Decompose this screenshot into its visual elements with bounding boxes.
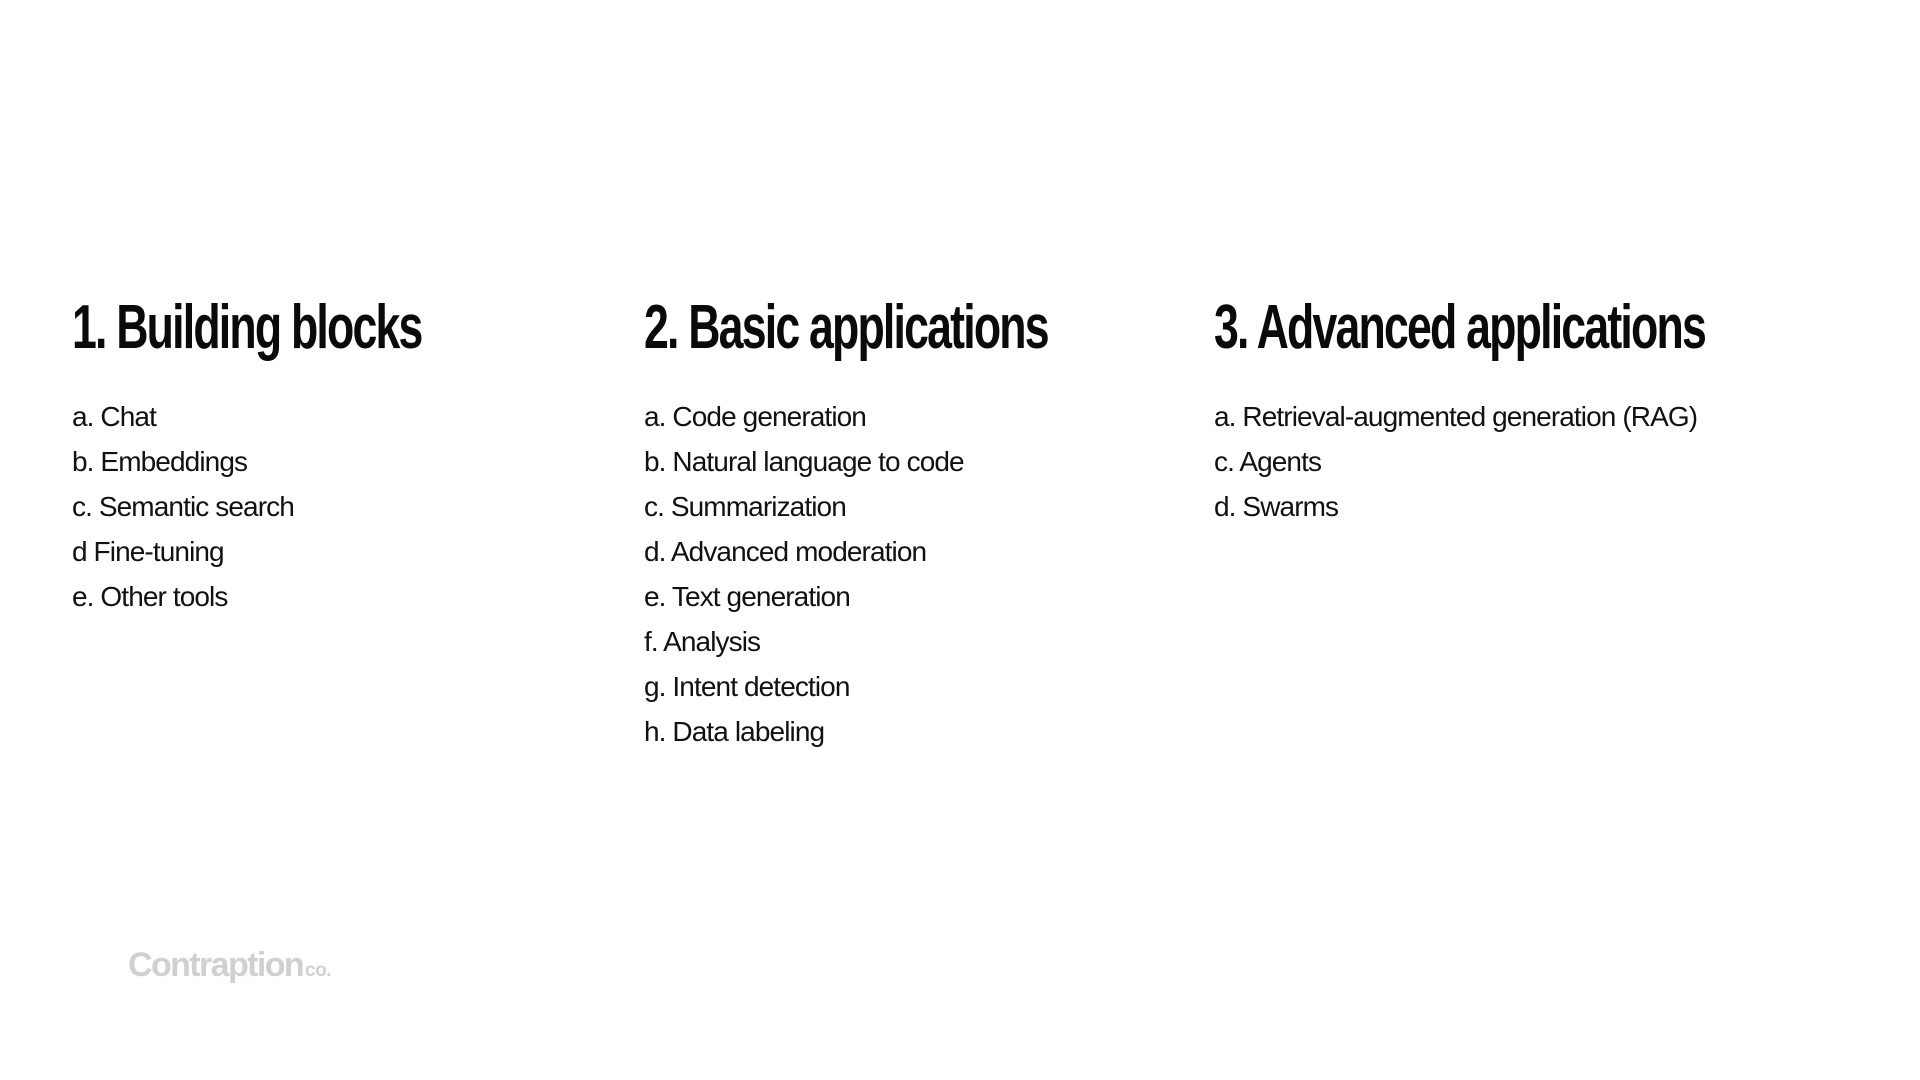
brand-logo: Contraption co. bbox=[128, 946, 331, 985]
column-basic-applications: 2. Basic applications a. Code generation… bbox=[644, 293, 1205, 754]
list-item: b. Embeddings bbox=[72, 446, 248, 477]
list-item: c. Agents bbox=[1214, 446, 1322, 477]
item-list: a. Code generation b. Natural language t… bbox=[644, 394, 1205, 754]
list-item: d Fine-tuning bbox=[72, 536, 225, 567]
column-advanced-applications: 3. Advanced applications a. Retrieval-au… bbox=[1214, 293, 1896, 529]
list-item: e. Text generation bbox=[644, 581, 851, 612]
list-item: g. Intent detection bbox=[644, 671, 850, 702]
item-list: a. Chat b. Embeddings c. Semantic search… bbox=[72, 394, 558, 619]
list-item: d. Swarms bbox=[1214, 491, 1339, 522]
column-heading: 1. Building blocks bbox=[72, 293, 423, 362]
list-item: a. Chat bbox=[72, 401, 157, 432]
list-item: a. Code generation bbox=[644, 401, 867, 432]
logo-wordmark: Contraption bbox=[128, 946, 305, 984]
list-item: e. Other tools bbox=[72, 581, 228, 612]
list-item: d. Advanced moderation bbox=[644, 536, 927, 567]
list-item: c. Summarization bbox=[644, 491, 847, 522]
list-item: f. Analysis bbox=[644, 626, 761, 657]
logo-suffix: co. bbox=[305, 960, 331, 981]
list-item: c. Semantic search bbox=[72, 491, 295, 522]
column-heading: 3. Advanced applications bbox=[1214, 293, 1707, 362]
list-item: a. Retrieval-augmented generation (RAG) bbox=[1214, 401, 1698, 432]
list-item: h. Data labeling bbox=[644, 716, 825, 747]
column-heading: 2. Basic applications bbox=[644, 293, 1050, 362]
column-building-blocks: 1. Building blocks a. Chat b. Embeddings… bbox=[72, 293, 558, 619]
list-item: b. Natural language to code bbox=[644, 446, 965, 477]
item-list: a. Retrieval-augmented generation (RAG) … bbox=[1214, 394, 1896, 529]
